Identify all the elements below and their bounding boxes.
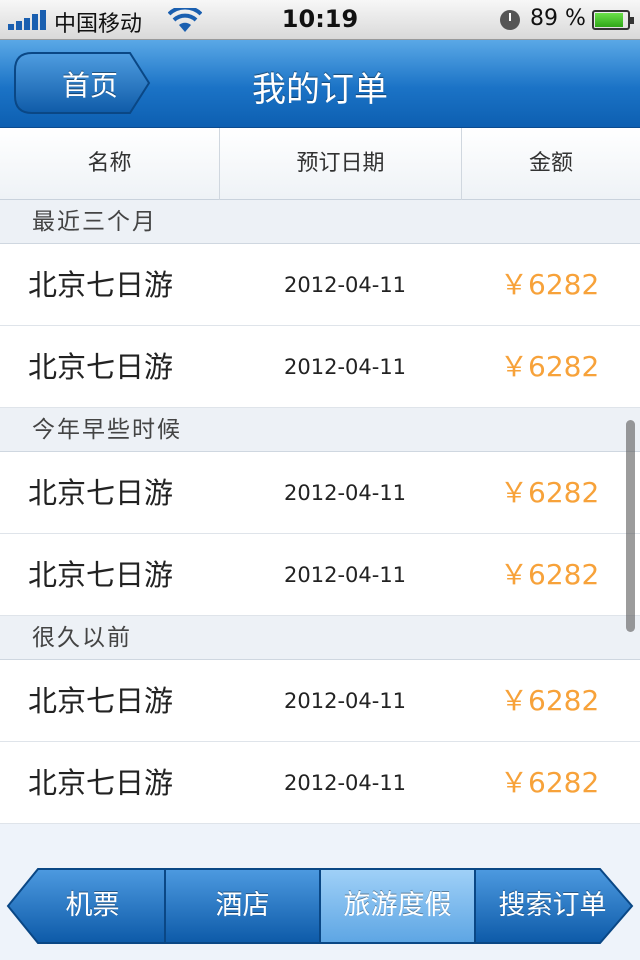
battery-icon [592,10,634,30]
clock-icon [500,10,520,30]
column-header-date[interactable]: 预订日期 [220,128,462,200]
scrollbar[interactable] [626,420,635,632]
order-date: 2012-04-11 [284,563,407,587]
order-price: ￥6282 [500,766,600,799]
order-date: 2012-04-11 [284,481,407,505]
tab-bar: 机票 酒店 旅游度假 搜索订单 [0,866,640,960]
status-bar: 中国移动 10:19 89 % [0,0,640,40]
column-header: 名称 预订日期 金额 [0,128,640,200]
tab-hotels[interactable]: 酒店 [165,870,320,942]
order-date: 2012-04-11 [284,771,407,795]
tab-vacations[interactable]: 旅游度假 [320,870,475,942]
order-name: 北京七日游 [28,350,174,384]
tab-flights[interactable]: 机票 [20,870,165,942]
table-row[interactable]: 北京七日游 2012-04-11 ￥6282 [0,660,640,742]
order-price: ￥6282 [500,684,600,717]
section-header-earlier-this-year: 今年早些时候 [0,408,640,452]
order-date: 2012-04-11 [284,689,407,713]
section-header-recent: 最近三个月 [0,200,640,244]
order-name: 北京七日游 [28,684,174,718]
order-price: ￥6282 [500,350,600,383]
table-row[interactable]: 北京七日游 2012-04-11 ￥6282 [0,534,640,616]
table-row[interactable]: 北京七日游 2012-04-11 ￥6282 [0,742,640,824]
order-price: ￥6282 [500,558,600,591]
navigation-bar: 首页 我的订单 [0,40,640,128]
order-price: ￥6282 [500,268,600,301]
column-header-name[interactable]: 名称 [0,128,220,200]
order-name: 北京七日游 [28,558,174,592]
order-date: 2012-04-11 [284,355,407,379]
section-header-long-ago: 很久以前 [0,616,640,660]
battery-percent: 89 % [530,6,586,31]
page-title: 我的订单 [252,70,388,110]
order-name: 北京七日游 [28,766,174,800]
order-date: 2012-04-11 [284,273,407,297]
order-price: ￥6282 [500,476,600,509]
table-row[interactable]: 北京七日游 2012-04-11 ￥6282 [0,326,640,408]
order-name: 北京七日游 [28,268,174,302]
order-name: 北京七日游 [28,476,174,510]
table-row[interactable]: 北京七日游 2012-04-11 ￥6282 [0,452,640,534]
column-header-amount[interactable]: 金额 [462,128,640,200]
table-row[interactable]: 北京七日游 2012-04-11 ￥6282 [0,244,640,326]
order-list: 最近三个月 北京七日游 2012-04-11 ￥6282 北京七日游 2012-… [0,200,640,824]
tab-search-orders[interactable]: 搜索订单 [475,870,630,942]
